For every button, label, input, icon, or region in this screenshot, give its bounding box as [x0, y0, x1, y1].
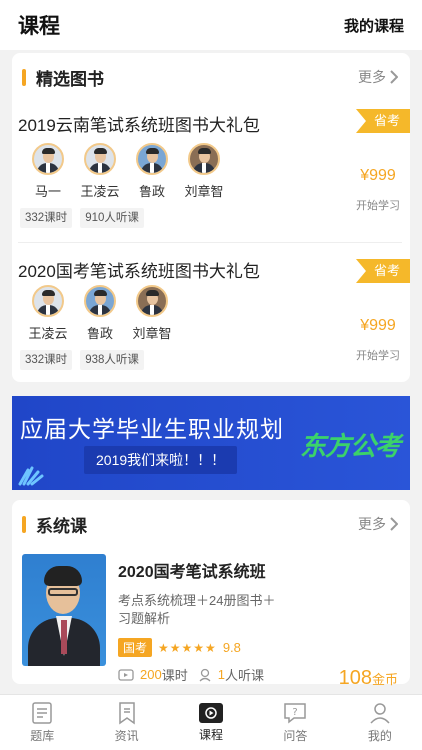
banner-title: 应届大学毕业生职业规划 [20, 416, 284, 442]
tab-courses[interactable]: 课程 [169, 695, 253, 750]
teacher: 刘章智 [126, 285, 178, 342]
listeners-chip: 938人听课 [80, 350, 144, 370]
avatar [84, 143, 116, 175]
course-description: 考点系统梳理＋24册图书＋习题解析 [118, 593, 276, 626]
video-icon [118, 668, 134, 681]
featured-books-header: 精选图书 更多 [12, 53, 410, 101]
teacher: 鲁政 [74, 285, 126, 342]
course-item[interactable]: 2020国考笔试系统班 考点系统梳理＋24册图书＋习题解析 国考 ★★★★★ 9… [12, 548, 410, 689]
rating-score: 9.8 [222, 640, 241, 655]
page-title: 课程 [18, 15, 60, 38]
teacher: 刘章智 [178, 143, 230, 200]
teacher: 马一 [22, 143, 74, 200]
teacher: 王凌云 [74, 143, 126, 200]
bottom-tab-bar: 题库 资讯 课程 ? 问答 我的 [0, 694, 422, 750]
avatar [136, 143, 168, 175]
teacher: 鲁政 [126, 143, 178, 200]
book-title: 2019云南笔试系统班图书大礼包 [18, 116, 260, 135]
avatar [84, 285, 116, 317]
avatar [32, 143, 64, 175]
price-box: ¥999 开始学习 [356, 167, 400, 213]
price: ¥999 [360, 317, 396, 334]
profile-icon [370, 703, 390, 724]
book-item[interactable]: 2019云南笔试系统班图书大礼包 省考 马一 王凌云 鲁政 刘章智 ¥999 开… [12, 101, 410, 243]
avatar [32, 285, 64, 317]
section-title: 系统课 [22, 512, 87, 537]
rating-row: 国考 ★★★★★ 9.8 [118, 638, 398, 657]
content-scroll[interactable]: 精选图书 更多 2019云南笔试系统班图书大礼包 省考 马一 王凌云 鲁政 刘章… [0, 50, 422, 694]
chevron-right-icon [390, 70, 398, 84]
avatar [188, 143, 220, 175]
teacher-photo [22, 554, 106, 666]
start-learning-button[interactable]: 开始学习 [356, 347, 400, 363]
teacher-list: 马一 王凌云 鲁政 刘章智 [18, 143, 402, 200]
course-price: 108金币 [338, 667, 398, 689]
header: 课程 我的课程 [0, 0, 422, 50]
chevron-right-icon [390, 517, 398, 531]
book-stats: 332课时 910人听课 [18, 208, 402, 228]
hours-chip: 332课时 [20, 208, 73, 228]
brand-logo: 东方公考 [299, 431, 401, 461]
tab-qa[interactable]: ? 问答 [253, 695, 337, 750]
exam-type-tag: 国考 [118, 638, 153, 657]
qa-icon: ? [284, 703, 307, 724]
price-box: ¥999 开始学习 [356, 317, 400, 363]
question-bank-icon [32, 702, 52, 724]
hours-chip: 332课时 [20, 350, 73, 370]
avatar [136, 285, 168, 317]
system-course-card: 系统课 更多 2020国考笔试系统班 考点系统梳理＋24册图书＋习题解析 国考 … [12, 500, 410, 689]
teacher: 王凌云 [22, 285, 74, 342]
featured-books-card: 精选图书 更多 2019云南笔试系统班图书大礼包 省考 马一 王凌云 鲁政 刘章… [12, 53, 410, 382]
more-books-button[interactable]: 更多 [358, 67, 398, 87]
course-info: 2020国考笔试系统班 考点系统梳理＋24册图书＋习题解析 国考 ★★★★★ 9… [106, 554, 398, 689]
book-title: 2020国考笔试系统班图书大礼包 [18, 262, 260, 281]
tab-news[interactable]: 资讯 [84, 695, 168, 750]
price: ¥999 [360, 167, 396, 184]
listener-icon [199, 668, 211, 681]
news-icon [118, 702, 135, 725]
teacher-list: 王凌云 鲁政 刘章智 [18, 285, 402, 342]
book-item[interactable]: 2020国考笔试系统班图书大礼包 省考 王凌云 鲁政 刘章智 ¥999 开始学习 [12, 243, 410, 382]
book-stats: 332课时 938人听课 [18, 350, 402, 370]
leaf-icon [18, 466, 44, 486]
tab-question-bank[interactable]: 题库 [0, 695, 84, 750]
banner-subtitle: 2019我们来啦！！！ [84, 446, 238, 474]
more-courses-button[interactable]: 更多 [358, 514, 398, 534]
course-play-icon [199, 703, 224, 723]
my-courses-link[interactable]: 我的课程 [344, 15, 404, 36]
svg-text:?: ? [293, 707, 298, 718]
course-title: 2020国考笔试系统班 [118, 564, 266, 581]
tab-profile[interactable]: 我的 [338, 695, 422, 750]
star-rating-icon: ★★★★★ [158, 640, 217, 655]
listeners-chip: 910人听课 [80, 208, 144, 228]
promo-banner[interactable]: 应届大学毕业生职业规划 2019我们来啦！！！ 东方公考 [12, 396, 410, 490]
section-title: 精选图书 [22, 65, 104, 90]
start-learning-button[interactable]: 开始学习 [356, 197, 400, 213]
system-course-header: 系统课 更多 [12, 500, 410, 548]
